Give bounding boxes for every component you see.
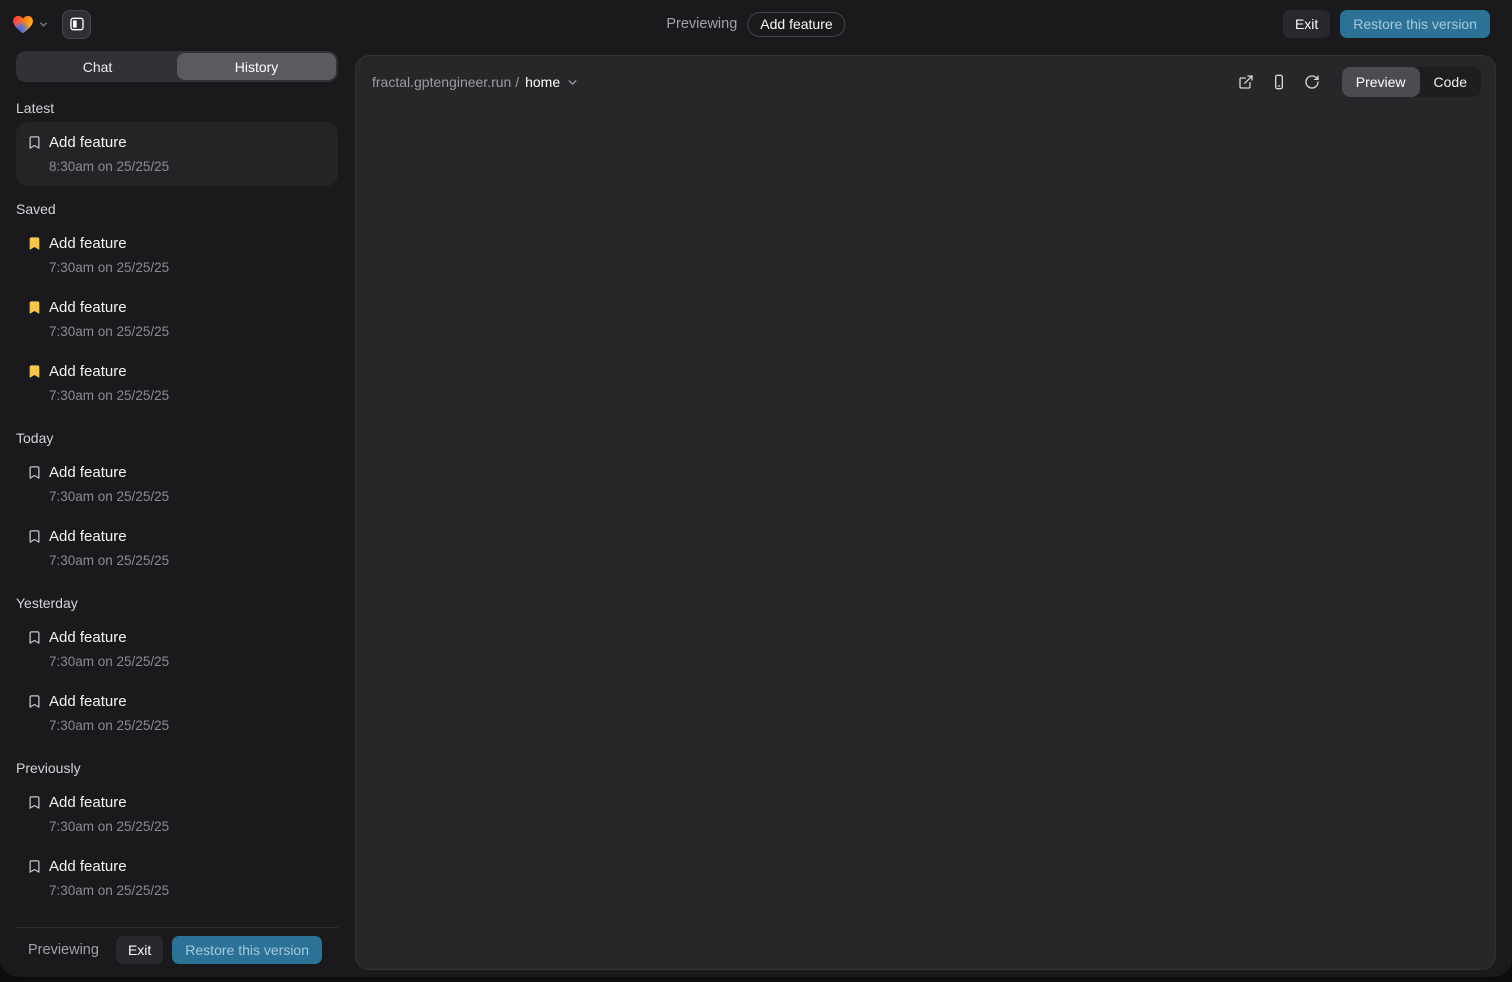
preview-url-dropdown[interactable]: fractal.gptengineer.run / home bbox=[372, 74, 579, 90]
version-item-title: Add feature bbox=[49, 691, 169, 712]
history-list: Latest Add feature 8:30am on 25/25/25 Saved… bbox=[16, 82, 338, 927]
history-section: Latest Add feature 8:30am on 25/25/25 bbox=[16, 100, 338, 186]
bookmark-icon bbox=[27, 135, 42, 150]
sidebar-footer: Previewing Exit Restore this version bbox=[16, 927, 338, 971]
version-item-timestamp: 7:30am on 25/25/25 bbox=[49, 487, 169, 506]
version-item[interactable]: Add feature 7:30am on 25/25/25 bbox=[16, 846, 338, 910]
exit-button[interactable]: Exit bbox=[116, 936, 163, 964]
version-item-title: Add feature bbox=[49, 361, 169, 382]
version-item[interactable]: Add feature 8:30am on 25/25/25 bbox=[16, 122, 338, 186]
smartphone-icon bbox=[1271, 74, 1287, 90]
toggle-preview[interactable]: Preview bbox=[1342, 67, 1420, 97]
history-sidebar: Chat History Latest Add feature 8:30am on … bbox=[16, 48, 338, 971]
version-item[interactable]: Add feature 7:30am on 25/25/25 bbox=[16, 287, 338, 351]
history-section: TodayAdd feature7:30am on 25/25/25Add fe… bbox=[16, 430, 338, 580]
version-item-title: Add feature bbox=[49, 462, 169, 483]
version-item[interactable]: Add feature 7:30am on 25/25/25 bbox=[16, 223, 338, 287]
preview-panel-header: fractal.gptengineer.run / home bbox=[356, 64, 1495, 100]
chevron-down-icon bbox=[566, 76, 579, 89]
exit-button[interactable]: Exit bbox=[1283, 10, 1330, 38]
tab-history[interactable]: History bbox=[177, 53, 336, 80]
preview-viewport bbox=[356, 100, 1495, 969]
view-toggle: Preview Code bbox=[1342, 67, 1481, 97]
chevron-down-icon bbox=[38, 19, 49, 30]
sidebar-toggle-button[interactable] bbox=[62, 10, 91, 39]
version-item-title: Add feature bbox=[49, 132, 169, 153]
mobile-preview-button[interactable] bbox=[1266, 69, 1292, 95]
refresh-icon bbox=[1304, 74, 1320, 90]
version-item[interactable]: Add feature 7:30am on 25/25/25 bbox=[16, 452, 338, 516]
panel-left-icon bbox=[69, 16, 85, 32]
heart-icon bbox=[12, 14, 34, 34]
topbar: Previewing Add feature Exit Restore this… bbox=[0, 0, 1512, 48]
bookmark-filled-icon bbox=[27, 364, 42, 379]
bookmark-icon bbox=[27, 795, 42, 810]
restore-version-button[interactable]: Restore this version bbox=[172, 936, 322, 964]
section-title: Previously bbox=[16, 760, 338, 776]
version-item[interactable]: Add feature 7:30am on 25/25/25 bbox=[16, 351, 338, 415]
previewing-label: Previewing bbox=[28, 942, 99, 958]
preview-url-page: home bbox=[525, 74, 560, 90]
open-external-button[interactable] bbox=[1233, 69, 1259, 95]
version-item-timestamp: 8:30am on 25/25/25 bbox=[49, 157, 169, 176]
version-item[interactable]: Add feature 7:30am on 25/25/25 bbox=[16, 617, 338, 681]
version-item-timestamp: 7:30am on 25/25/25 bbox=[49, 716, 169, 735]
history-section: YesterdayAdd feature7:30am on 25/25/25Ad… bbox=[16, 595, 338, 745]
version-item-title: Add feature bbox=[49, 627, 169, 648]
history-section: SavedAdd feature7:30am on 25/25/25Add fe… bbox=[16, 201, 338, 415]
bookmark-icon bbox=[27, 859, 42, 874]
previewing-label: Previewing bbox=[666, 16, 737, 32]
external-link-icon bbox=[1238, 74, 1254, 90]
history-section: PreviouslyAdd feature7:30am on 25/25/25A… bbox=[16, 760, 338, 910]
version-item[interactable]: Add feature 7:30am on 25/25/25 bbox=[16, 516, 338, 580]
preview-panel: fractal.gptengineer.run / home bbox=[355, 55, 1496, 970]
version-badge: Add feature bbox=[747, 12, 845, 37]
version-item-timestamp: 7:30am on 25/25/25 bbox=[49, 258, 169, 277]
bookmark-icon bbox=[27, 529, 42, 544]
bookmark-filled-icon bbox=[27, 236, 42, 251]
restore-version-button[interactable]: Restore this version bbox=[1340, 10, 1490, 38]
version-item-timestamp: 7:30am on 25/25/25 bbox=[49, 881, 169, 900]
version-item-timestamp: 7:30am on 25/25/25 bbox=[49, 817, 169, 836]
version-item-title: Add feature bbox=[49, 792, 169, 813]
bookmark-filled-icon bbox=[27, 300, 42, 315]
version-item-timestamp: 7:30am on 25/25/25 bbox=[49, 386, 169, 405]
version-item-timestamp: 7:30am on 25/25/25 bbox=[49, 322, 169, 341]
logo-menu[interactable] bbox=[12, 14, 49, 34]
bookmark-icon bbox=[27, 465, 42, 480]
toggle-code[interactable]: Code bbox=[1420, 67, 1481, 97]
version-item-timestamp: 7:30am on 25/25/25 bbox=[49, 551, 169, 570]
bookmark-icon bbox=[27, 694, 42, 709]
section-title: Saved bbox=[16, 201, 338, 217]
version-item-title: Add feature bbox=[49, 856, 169, 877]
preview-url-host: fractal.gptengineer.run / bbox=[372, 74, 519, 90]
version-item[interactable]: Add feature 7:30am on 25/25/25 bbox=[16, 681, 338, 745]
version-item-title: Add feature bbox=[49, 526, 169, 547]
version-item-title: Add feature bbox=[49, 297, 169, 318]
sidebar-tabbar: Chat History bbox=[16, 51, 338, 82]
section-title: Latest bbox=[16, 100, 338, 116]
version-item[interactable]: Add feature 7:30am on 25/25/25 bbox=[16, 782, 338, 846]
version-item-title: Add feature bbox=[49, 233, 169, 254]
tab-chat[interactable]: Chat bbox=[18, 53, 177, 80]
section-title: Yesterday bbox=[16, 595, 338, 611]
version-item-timestamp: 7:30am on 25/25/25 bbox=[49, 652, 169, 671]
refresh-button[interactable] bbox=[1299, 69, 1325, 95]
section-title: Today bbox=[16, 430, 338, 446]
bookmark-icon bbox=[27, 630, 42, 645]
